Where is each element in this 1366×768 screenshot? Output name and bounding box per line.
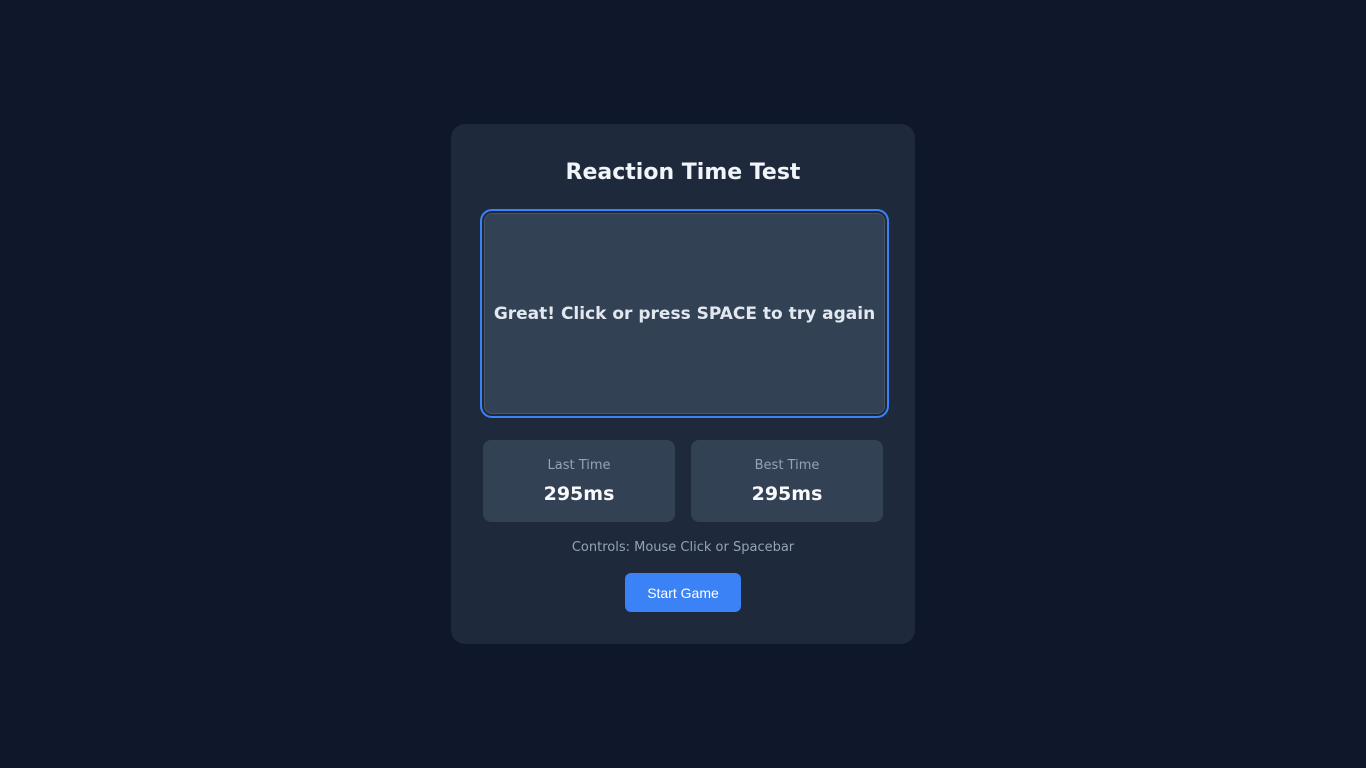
best-time-value: 295ms (751, 483, 823, 505)
best-time-label: Best Time (754, 458, 820, 473)
reaction-message: Great! Click or press SPACE to try again (493, 303, 876, 324)
last-time-label: Last Time (547, 458, 611, 473)
game-title: Reaction Time Test (565, 160, 801, 185)
last-time-panel: Last Time 295ms (483, 440, 675, 522)
last-time-value: 295ms (543, 483, 615, 505)
best-time-panel: Best Time 295ms (691, 440, 883, 522)
game-card: Reaction Time Test Great! Click or press… (451, 124, 915, 644)
start-game-button[interactable]: Start Game (625, 573, 741, 612)
reaction-area[interactable]: Great! Click or press SPACE to try again (480, 209, 889, 418)
controls-hint: Controls: Mouse Click or Spacebar (571, 540, 795, 555)
